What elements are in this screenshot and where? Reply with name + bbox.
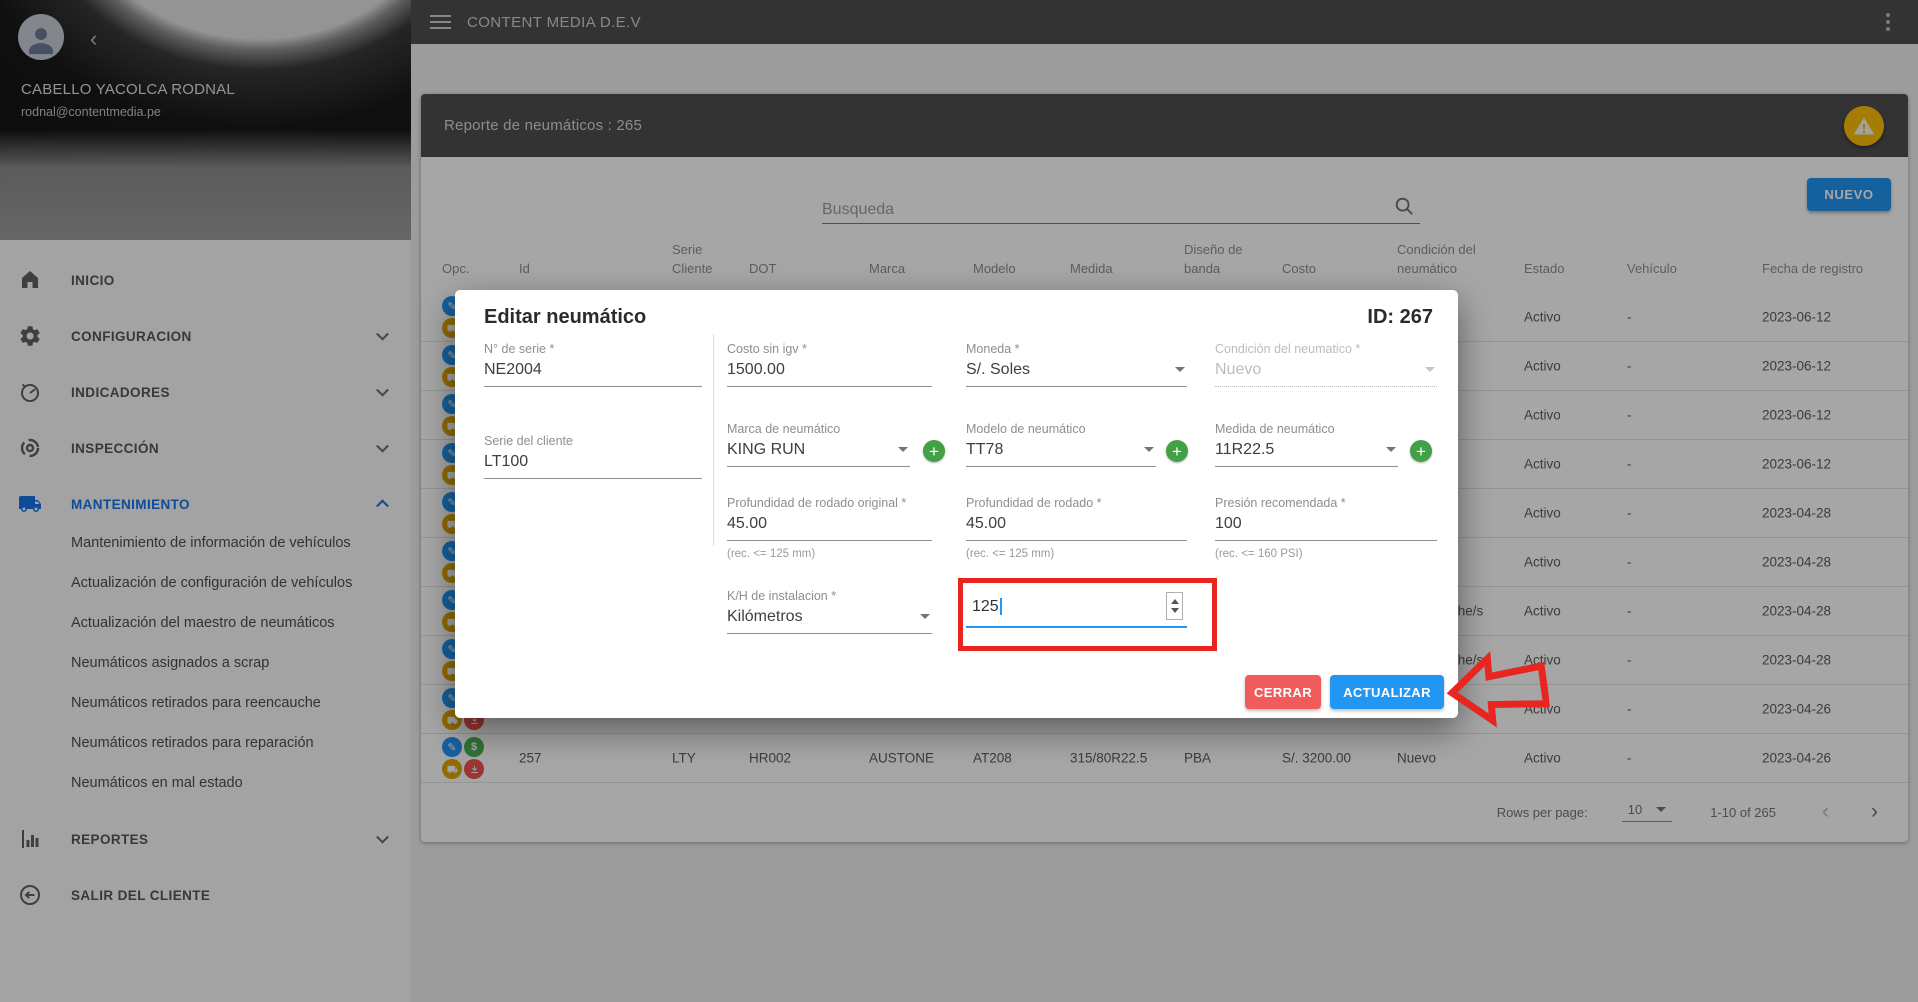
annotation-arrow-icon — [1443, 646, 1551, 733]
client-serial-field[interactable]: Serie del cliente LT100 — [484, 434, 702, 479]
app-screen: ‹ CABELLO YACOLCA RODNAL rodnal@contentm… — [0, 0, 1918, 1002]
modal-record-id: ID: 267 — [1367, 306, 1433, 329]
update-button[interactable]: ACTUALIZAR — [1330, 675, 1444, 709]
serial-number-field[interactable]: N° de serie * NE2004 — [484, 342, 702, 387]
pressure-field[interactable]: Presión recomendada * 100 — [1215, 496, 1437, 541]
add-model-button[interactable]: + — [1166, 440, 1188, 462]
vertical-divider — [713, 334, 714, 546]
currency-select[interactable]: Moneda * S/. Soles — [966, 342, 1187, 387]
chevron-down-icon — [1175, 367, 1185, 372]
tread-depth-field[interactable]: Profundidad de rodado * 45.00 — [966, 496, 1187, 541]
condition-select-disabled: Condición del neumatico * Nuevo — [1215, 342, 1437, 387]
edit-tire-modal: Editar neumático ID: 267 N° de serie * N… — [455, 290, 1458, 718]
pressure-helper: (rec. <= 160 PSI) — [1215, 548, 1303, 560]
chevron-down-icon — [1386, 447, 1396, 452]
size-select[interactable]: Medida de neumático 11R22.5 — [1215, 422, 1398, 467]
modal-title: Editar neumático — [484, 306, 646, 329]
annotation-highlight-box — [958, 578, 1217, 651]
tread-helper: (rec. <= 125 mm) — [966, 548, 1054, 560]
brand-select[interactable]: Marca de neumático KING RUN — [727, 422, 910, 467]
chevron-down-icon — [1144, 447, 1154, 452]
chevron-down-icon — [898, 447, 908, 452]
install-unit-select[interactable]: K/H de instalacion * Kilómetros — [727, 589, 932, 634]
add-brand-button[interactable]: + — [923, 440, 945, 462]
original-tread-depth-field[interactable]: Profundidad de rodado original * 45.00 — [727, 496, 932, 541]
close-button[interactable]: CERRAR — [1245, 675, 1321, 709]
chevron-down-icon — [920, 614, 930, 619]
cost-field[interactable]: Costo sin igv * 1500.00 — [727, 342, 932, 387]
add-size-button[interactable]: + — [1410, 440, 1432, 462]
original-tread-helper: (rec. <= 125 mm) — [727, 548, 815, 560]
model-select[interactable]: Modelo de neumático TT78 — [966, 422, 1156, 467]
chevron-down-icon — [1425, 367, 1435, 372]
